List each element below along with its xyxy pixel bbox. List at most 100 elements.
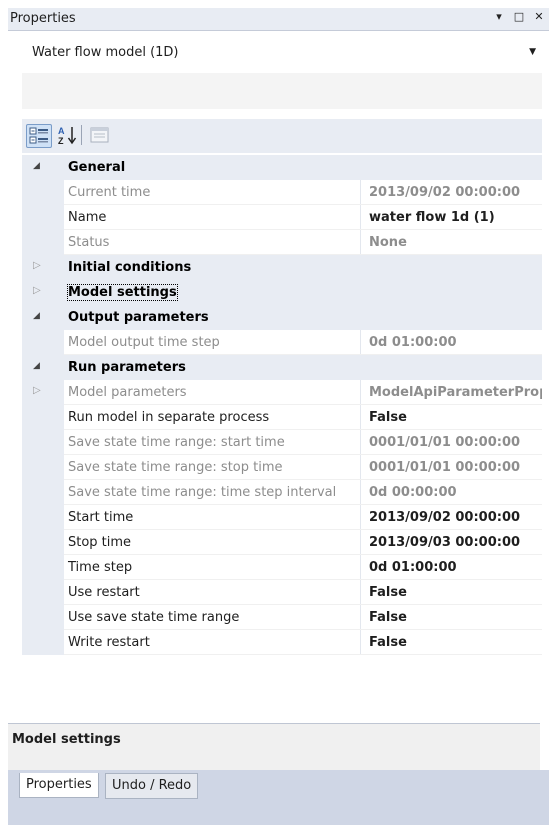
expand-triangle-icon[interactable]: ▷ xyxy=(33,385,41,396)
property-pages-button[interactable] xyxy=(88,124,112,146)
category-row[interactable]: ◢ General xyxy=(22,155,542,180)
category-row[interactable]: ▷ Initial conditions xyxy=(22,255,542,280)
property-name: Model parameters xyxy=(68,385,187,400)
property-row[interactable]: Run model in separate process False xyxy=(22,405,542,430)
row-gutter xyxy=(22,255,64,280)
object-selector-value: Water flow model (1D) xyxy=(32,45,179,60)
property-grid: ◢ General Current time 2013/09/02 00:00:00 N… xyxy=(22,155,542,695)
tab-undo-redo[interactable]: Undo / Redo xyxy=(105,773,199,799)
property-row[interactable]: Start time 2013/09/02 00:00:00 xyxy=(22,505,542,530)
property-name: Save state time range: start time xyxy=(68,435,285,450)
property-row[interactable]: Name water flow 1d (1) xyxy=(22,205,542,230)
property-value[interactable]: water flow 1d (1) xyxy=(369,210,495,225)
property-value: 0001/01/01 00:00:00 xyxy=(369,460,521,475)
category-row[interactable]: ◢ Run parameters xyxy=(22,355,542,380)
dropdown-menu-icon[interactable]: ▾ xyxy=(493,10,505,23)
window-buttons: ▾ □ ✕ xyxy=(493,10,545,23)
column-divider[interactable] xyxy=(360,430,361,455)
maximize-icon[interactable]: □ xyxy=(513,10,525,23)
category-label: Run parameters xyxy=(68,360,186,375)
column-divider[interactable] xyxy=(360,205,361,230)
help-title: Model settings xyxy=(12,732,121,747)
row-gutter xyxy=(22,505,64,530)
row-gutter xyxy=(22,530,64,555)
tab-properties[interactable]: Properties xyxy=(19,773,99,798)
column-divider[interactable] xyxy=(360,530,361,555)
property-row[interactable]: Status None xyxy=(22,230,542,255)
column-divider[interactable] xyxy=(360,405,361,430)
column-divider[interactable] xyxy=(360,505,361,530)
property-name: Status xyxy=(68,235,110,250)
category-row[interactable]: ▷ Model settings xyxy=(22,280,542,305)
property-name: Time step xyxy=(68,560,133,575)
property-name: Run model in separate process xyxy=(68,410,270,425)
property-row[interactable]: Stop time 2013/09/03 00:00:00 xyxy=(22,530,542,555)
column-divider[interactable] xyxy=(360,380,361,405)
property-row[interactable]: Save state time range: stop time 0001/01/… xyxy=(22,455,542,480)
svg-text:Z: Z xyxy=(58,136,64,146)
expand-triangle-icon[interactable]: ▷ xyxy=(33,260,41,271)
property-row[interactable]: Use save state time range False xyxy=(22,605,542,630)
properties-window: Properties ▾ □ ✕ Water flow model (1D) ▼ xyxy=(8,8,549,825)
row-gutter xyxy=(22,405,64,430)
column-divider[interactable] xyxy=(360,180,361,205)
property-value[interactable]: 2013/09/03 00:00:00 xyxy=(369,535,520,550)
property-name: Stop time xyxy=(68,535,132,550)
row-gutter xyxy=(22,280,64,305)
column-divider[interactable] xyxy=(360,555,361,580)
expand-triangle-icon[interactable]: ▷ xyxy=(33,285,41,296)
column-divider[interactable] xyxy=(360,230,361,255)
category-row[interactable]: ◢ Output parameters xyxy=(22,305,542,330)
property-value[interactable]: False xyxy=(369,635,407,650)
property-name: Start time xyxy=(68,510,134,525)
row-gutter xyxy=(22,605,64,630)
property-value[interactable]: False xyxy=(369,585,407,600)
property-row[interactable]: Current time 2013/09/02 00:00:00 xyxy=(22,180,542,205)
property-value[interactable]: 0d 01:00:00 xyxy=(369,560,457,575)
close-icon[interactable]: ✕ xyxy=(533,10,545,23)
column-divider[interactable] xyxy=(360,605,361,630)
property-toolbar: A Z xyxy=(22,119,542,153)
property-row[interactable]: Model output time step 0d 01:00:00 xyxy=(22,330,542,355)
object-selector[interactable]: Water flow model (1D) ▼ xyxy=(22,36,542,70)
property-value[interactable]: 2013/09/02 00:00:00 xyxy=(369,510,520,525)
category-label: Model settings xyxy=(67,284,178,301)
categorized-view-button[interactable] xyxy=(26,124,52,148)
collapse-triangle-icon[interactable]: ◢ xyxy=(33,311,40,321)
property-row[interactable]: Write restart False xyxy=(22,630,542,655)
row-gutter xyxy=(22,330,64,355)
column-divider[interactable] xyxy=(360,580,361,605)
property-value: 0d 01:00:00 xyxy=(369,335,457,350)
row-gutter xyxy=(22,305,64,330)
category-label: Initial conditions xyxy=(68,260,192,275)
property-name: Save state time range: time step interva… xyxy=(68,485,337,500)
property-row[interactable]: Use restart False xyxy=(22,580,542,605)
collapse-triangle-icon[interactable]: ◢ xyxy=(33,361,40,371)
property-value: 2013/09/02 00:00:00 xyxy=(369,185,521,200)
property-name: Current time xyxy=(68,185,151,200)
alphabetical-sort-button[interactable]: A Z xyxy=(56,124,80,146)
dropdown-arrow-icon[interactable]: ▼ xyxy=(529,47,536,57)
property-row[interactable]: Time step 0d 01:00:00 xyxy=(22,555,542,580)
property-value: 0d 00:00:00 xyxy=(369,485,457,500)
row-separator xyxy=(64,654,542,655)
row-gutter xyxy=(22,155,64,180)
property-value: None xyxy=(369,235,407,250)
property-value[interactable]: False xyxy=(369,610,407,625)
row-gutter xyxy=(22,555,64,580)
property-row[interactable]: Save state time range: time step interva… xyxy=(22,480,542,505)
property-row[interactable]: Save state time range: start time 0001/01… xyxy=(22,430,542,455)
column-divider[interactable] xyxy=(360,455,361,480)
column-divider[interactable] xyxy=(360,630,361,655)
property-value: 0001/01/01 00:00:00 xyxy=(369,435,521,450)
property-row[interactable]: ▷ Model parameters ModelApiParameterProp xyxy=(22,380,542,405)
row-gutter xyxy=(22,180,64,205)
category-label: Output parameters xyxy=(68,310,209,325)
row-gutter xyxy=(22,630,64,655)
category-label: General xyxy=(68,160,126,175)
collapse-triangle-icon[interactable]: ◢ xyxy=(33,161,40,171)
column-divider[interactable] xyxy=(360,480,361,505)
column-divider[interactable] xyxy=(360,330,361,355)
property-value[interactable]: False xyxy=(369,410,407,425)
property-value: ModelApiParameterProp xyxy=(369,385,542,400)
